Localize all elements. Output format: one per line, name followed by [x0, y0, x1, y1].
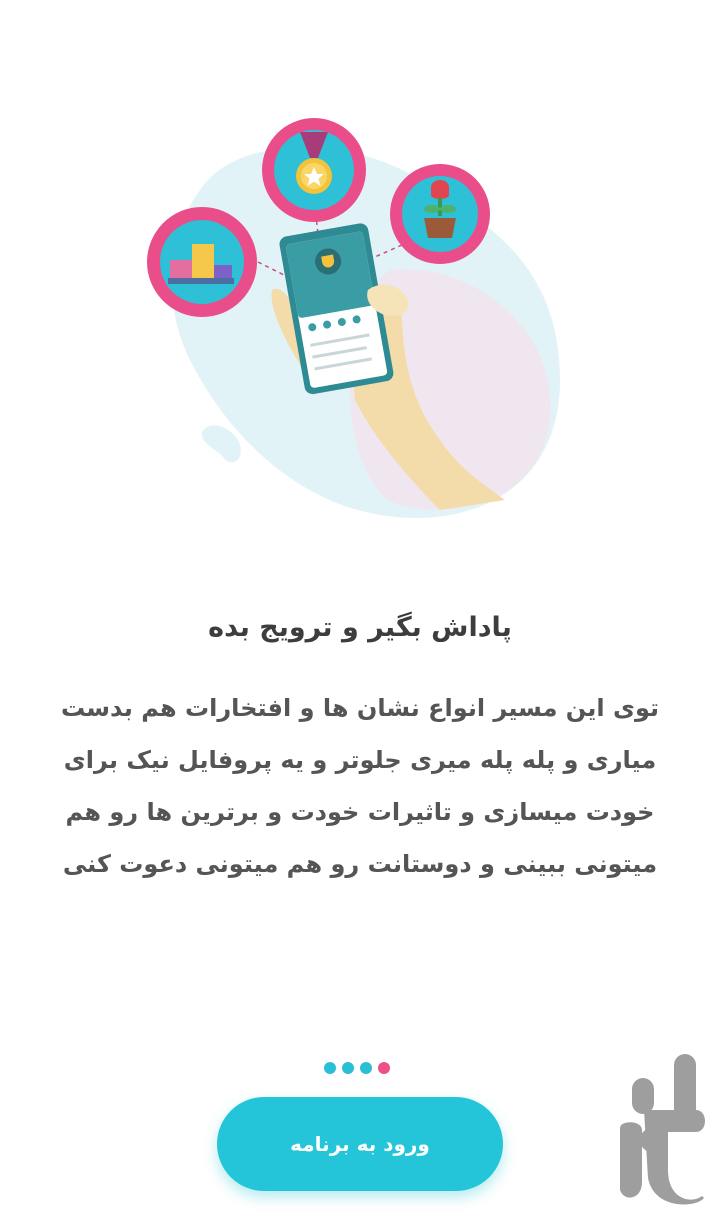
- flower-pot-icon: [390, 164, 490, 264]
- page-dot-active[interactable]: [378, 1062, 390, 1074]
- onboarding-illustration: [147, 118, 560, 519]
- medal-icon: [262, 118, 366, 222]
- page-dot[interactable]: [342, 1062, 354, 1074]
- enter-app-button[interactable]: ورود به برنامه: [217, 1097, 503, 1191]
- bazaar-logo-icon: [620, 1054, 705, 1205]
- description-line: میاری و پله پله میری جلوتر و یه پروفایل …: [63, 746, 657, 774]
- page-dot[interactable]: [360, 1062, 372, 1074]
- description-line: خودت میسازی و تاثیرات خودت و برترین ها ر…: [65, 798, 655, 826]
- podium-icon: [147, 207, 257, 317]
- page-dot[interactable]: [324, 1062, 336, 1074]
- onboarding-title: پاداش بگیر و ترویج بده: [208, 612, 512, 643]
- pagination-dots: [324, 1062, 390, 1074]
- description-line: توی این مسیر انواع نشان ها و افتخارات هم…: [60, 694, 660, 722]
- description-line: میتونی ببینی و دوستانت رو هم میتونی دعوت…: [62, 850, 658, 878]
- onboarding-description: توی این مسیر انواع نشان ها و افتخارات هم…: [60, 682, 660, 890]
